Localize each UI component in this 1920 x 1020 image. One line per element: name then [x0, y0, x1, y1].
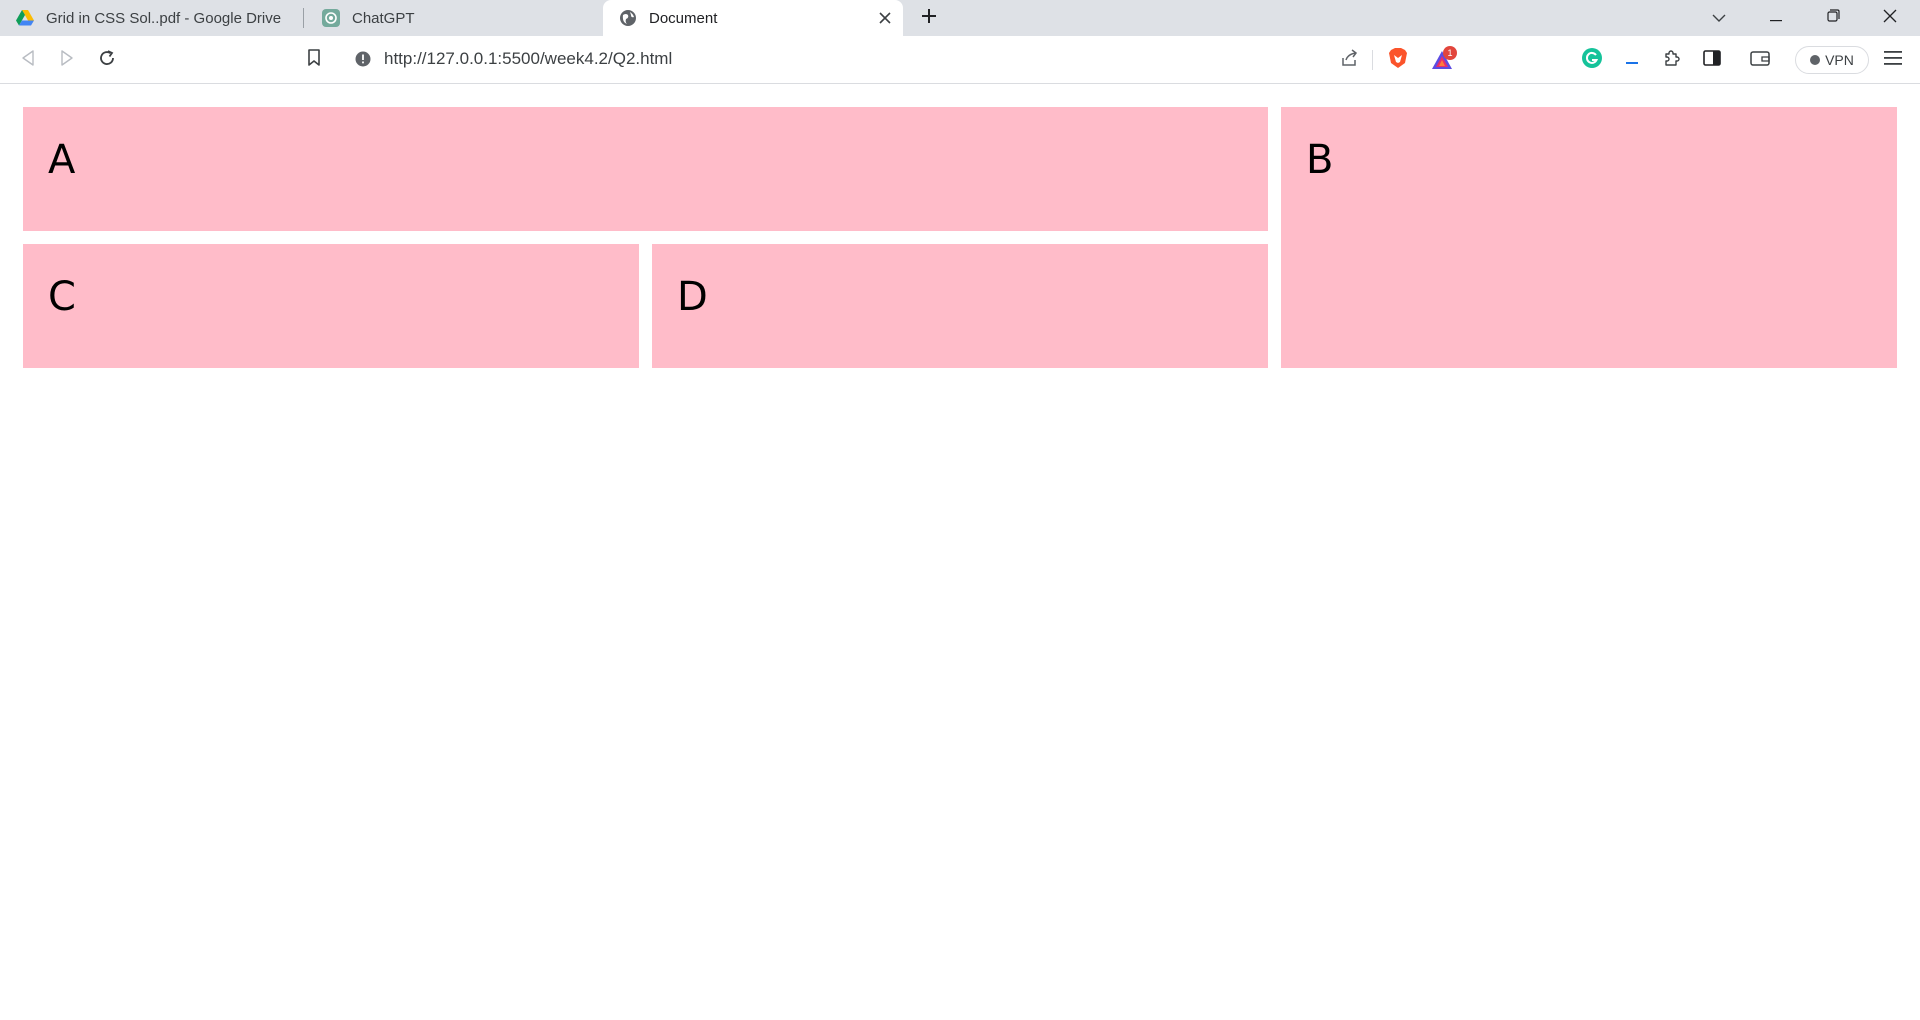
- reload-icon: [98, 49, 116, 72]
- chatgpt-icon: [322, 9, 340, 27]
- close-window-button[interactable]: [1867, 0, 1913, 36]
- reload-button[interactable]: [95, 48, 119, 72]
- extension-button[interactable]: [1620, 48, 1644, 72]
- site-info-icon[interactable]: [355, 51, 371, 67]
- minimize-button[interactable]: [1753, 0, 1799, 36]
- main-menu-button[interactable]: [1881, 48, 1905, 72]
- url-text: http://127.0.0.1:5500/week4.2/Q2.html: [384, 49, 673, 68]
- back-button[interactable]: [16, 48, 40, 72]
- tab-document[interactable]: Document: [603, 0, 903, 36]
- close-icon: [1883, 9, 1897, 28]
- wallet-icon: [1750, 50, 1770, 71]
- grid-item-b: B: [1281, 107, 1897, 368]
- grid-container: A B C D: [23, 107, 1898, 368]
- vpn-status-icon: [1810, 55, 1821, 65]
- globe-icon: [619, 9, 637, 27]
- tab-title: ChatGPT: [352, 9, 415, 27]
- grammarly-button[interactable]: [1580, 47, 1604, 73]
- vpn-button[interactable]: VPN: [1795, 46, 1869, 74]
- restore-icon: [1826, 9, 1840, 27]
- browser-toolbar: http://127.0.0.1:5500/week4.2/Q2.html 1 …: [0, 36, 1920, 84]
- restore-button[interactable]: [1810, 0, 1856, 36]
- puzzle-icon: [1663, 49, 1681, 72]
- tab-strip: Grid in CSS Sol..pdf - Google Drive Chat…: [0, 0, 1920, 36]
- brave-lion-icon: [1388, 47, 1408, 74]
- share-button[interactable]: [1337, 48, 1361, 72]
- forward-button[interactable]: [55, 48, 79, 72]
- tab-chatgpt[interactable]: ChatGPT: [306, 0, 602, 36]
- vpn-label: VPN: [1825, 52, 1854, 68]
- tab-title: Grid in CSS Sol..pdf - Google Drive: [46, 9, 282, 27]
- toolbar-divider: [1372, 50, 1373, 70]
- back-icon: [21, 49, 35, 71]
- close-icon[interactable]: [875, 8, 895, 28]
- hamburger-menu-icon: [1884, 50, 1902, 70]
- grid-item-c: C: [23, 244, 639, 368]
- plus-icon: [921, 8, 937, 29]
- extensions-menu-button[interactable]: [1660, 48, 1684, 72]
- bookmark-icon: [307, 48, 321, 72]
- brave-shields-button[interactable]: [1386, 47, 1410, 74]
- sidebar-icon: [1703, 49, 1721, 71]
- forward-icon: [60, 49, 74, 71]
- sidebar-toggle-button[interactable]: [1700, 48, 1724, 72]
- grid-item-d: D: [652, 244, 1268, 368]
- grid-item-a: A: [23, 107, 1268, 231]
- google-drive-icon: [16, 9, 34, 27]
- tab-title: Document: [649, 9, 718, 27]
- tab-google-drive[interactable]: Grid in CSS Sol..pdf - Google Drive: [0, 0, 302, 36]
- grammarly-icon: [1582, 47, 1602, 73]
- tab-divider: [303, 8, 304, 28]
- underscore-extension-icon: [1624, 50, 1640, 71]
- page-viewport: A B C D: [0, 85, 1920, 1020]
- new-tab-button[interactable]: [917, 6, 941, 30]
- address-bar[interactable]: http://127.0.0.1:5500/week4.2/Q2.html: [341, 42, 1463, 76]
- tab-search-button[interactable]: [1696, 0, 1742, 36]
- minimize-icon: [1770, 9, 1782, 27]
- wallet-button[interactable]: [1748, 48, 1772, 72]
- notification-badge: 1: [1443, 46, 1457, 60]
- share-icon: [1340, 48, 1358, 72]
- chevron-down-icon: [1712, 9, 1726, 27]
- bookmark-button[interactable]: [302, 48, 326, 72]
